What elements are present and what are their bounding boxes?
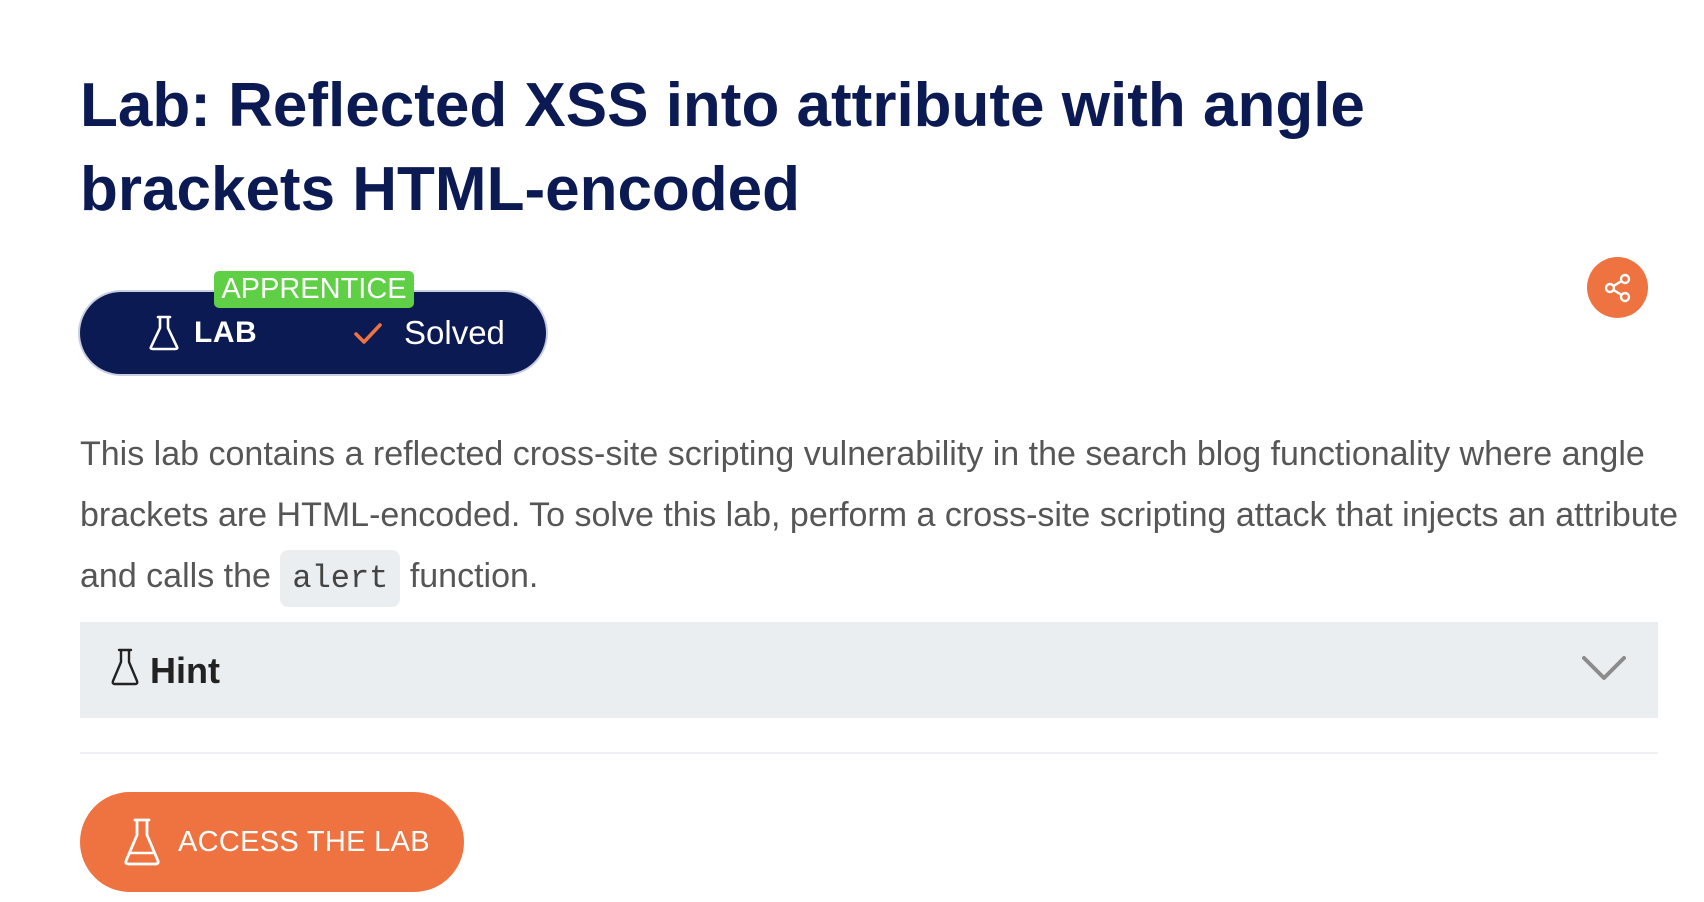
share-button[interactable] <box>1587 257 1648 318</box>
divider <box>80 752 1658 754</box>
lab-type: LAB <box>148 312 257 354</box>
checkmark-icon <box>354 323 382 344</box>
page-title: Lab: Reflected XSS into attribute with a… <box>80 71 1365 224</box>
flask-icon <box>111 648 139 686</box>
level-badge: APPRENTICE <box>214 271 414 308</box>
chevron-down-icon <box>1582 656 1626 680</box>
lab-type-label: LAB <box>194 316 258 349</box>
hint-accordion[interactable]: Hint <box>80 622 1658 718</box>
solved-status: Solved <box>352 312 505 354</box>
lab-page: Lab: Reflected XSS into attribute with a… <box>0 0 1704 902</box>
flask-icon <box>124 818 160 866</box>
flask-icon <box>149 315 179 351</box>
access-lab-label: ACCESS THE LAB <box>178 825 430 858</box>
alert-code: alert <box>280 550 401 607</box>
lab-description: This lab contains a reflected cross-site… <box>80 424 1680 609</box>
access-lab-button[interactable]: ACCESS THE LAB <box>80 792 464 892</box>
hint-label: Hint <box>150 650 220 691</box>
solved-label: Solved <box>404 314 505 351</box>
share-icon <box>1604 273 1630 302</box>
description-text-end: function. <box>400 557 539 595</box>
